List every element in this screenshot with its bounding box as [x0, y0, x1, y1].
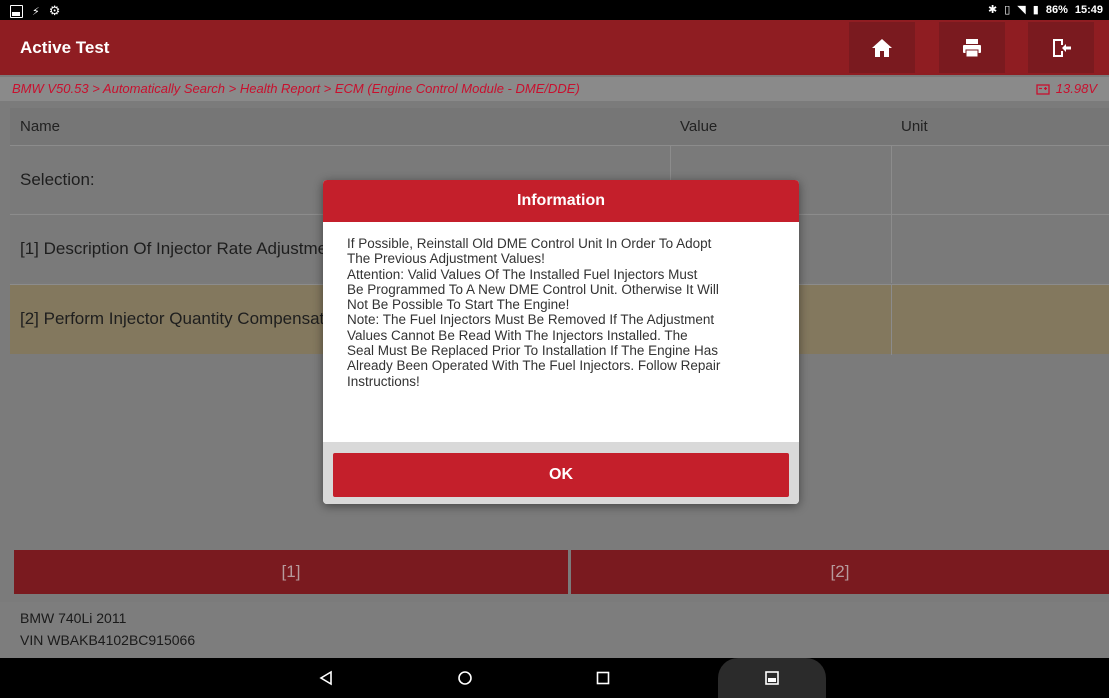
- column-value: Value: [680, 118, 718, 135]
- row-unit: [891, 215, 1109, 283]
- recents-icon: [596, 671, 610, 685]
- battery-voltage: 13.98V: [1036, 81, 1097, 96]
- action-button-row: [1] [2]: [14, 550, 1109, 594]
- information-dialog: Information If Possible, Reinstall Old D…: [323, 180, 799, 504]
- exit-button[interactable]: [1028, 22, 1094, 73]
- vibrate-icon: ▯: [1004, 4, 1011, 16]
- dialog-title: Information: [323, 180, 799, 222]
- print-button[interactable]: [939, 22, 1005, 73]
- navigation-bar: [0, 658, 1109, 698]
- image-notification-icon: [10, 4, 23, 18]
- back-icon: [319, 670, 332, 686]
- usb-debug-icon: ⚡: [32, 5, 40, 18]
- home-button[interactable]: [849, 22, 915, 73]
- screenshot-icon: [765, 671, 779, 685]
- battery-percent: 86%: [1045, 3, 1068, 16]
- voltage-value: 13.98V: [1055, 81, 1097, 96]
- vehicle-info: BMW 740Li 2011 VIN WBAKB4102BC915066: [0, 602, 1109, 658]
- recents-nav-button[interactable]: [588, 666, 618, 690]
- page-title: Active Test: [20, 38, 110, 57]
- breadcrumb-bar: BMW V50.53 > Automatically Search > Heal…: [0, 77, 1109, 101]
- vehicle-model: BMW 740Li 2011: [20, 610, 127, 626]
- row-unit: [891, 146, 1109, 214]
- battery-icon: ▮: [1032, 4, 1039, 16]
- bluetooth-icon: ✱: [988, 4, 998, 16]
- screenshot-nav-button[interactable]: [718, 658, 826, 698]
- car-battery-icon: [1036, 83, 1050, 95]
- home-circle-icon: [458, 671, 472, 685]
- home-nav-button[interactable]: [450, 666, 480, 690]
- row-unit: [891, 285, 1109, 355]
- option-2-button[interactable]: [2]: [571, 550, 1109, 594]
- dialog-footer: OK: [323, 442, 799, 504]
- option-1-button[interactable]: [1]: [14, 550, 568, 594]
- status-bar: ⚡ ⚙ ✱ ▯ ◥ ▮ 86% 15:49: [0, 0, 1109, 20]
- table-header: Name Value Unit: [10, 108, 1109, 145]
- column-name: Name: [20, 118, 61, 135]
- vehicle-vin: VIN WBAKB4102BC915066: [20, 632, 196, 648]
- home-icon: [872, 38, 892, 57]
- back-nav-button[interactable]: [311, 666, 341, 690]
- column-unit: Unit: [901, 118, 928, 135]
- clock: 15:49: [1074, 3, 1103, 16]
- print-icon: [963, 38, 981, 57]
- settings-notification-icon: ⚙: [48, 3, 61, 18]
- wifi-icon: ◥: [1017, 4, 1026, 16]
- ok-button[interactable]: OK: [333, 453, 789, 497]
- breadcrumb: BMW V50.53 > Automatically Search > Heal…: [12, 81, 580, 96]
- dialog-message: If Possible, Reinstall Old DME Control U…: [347, 236, 721, 389]
- exit-icon: [1053, 38, 1071, 57]
- app-header: Active Test: [0, 20, 1109, 75]
